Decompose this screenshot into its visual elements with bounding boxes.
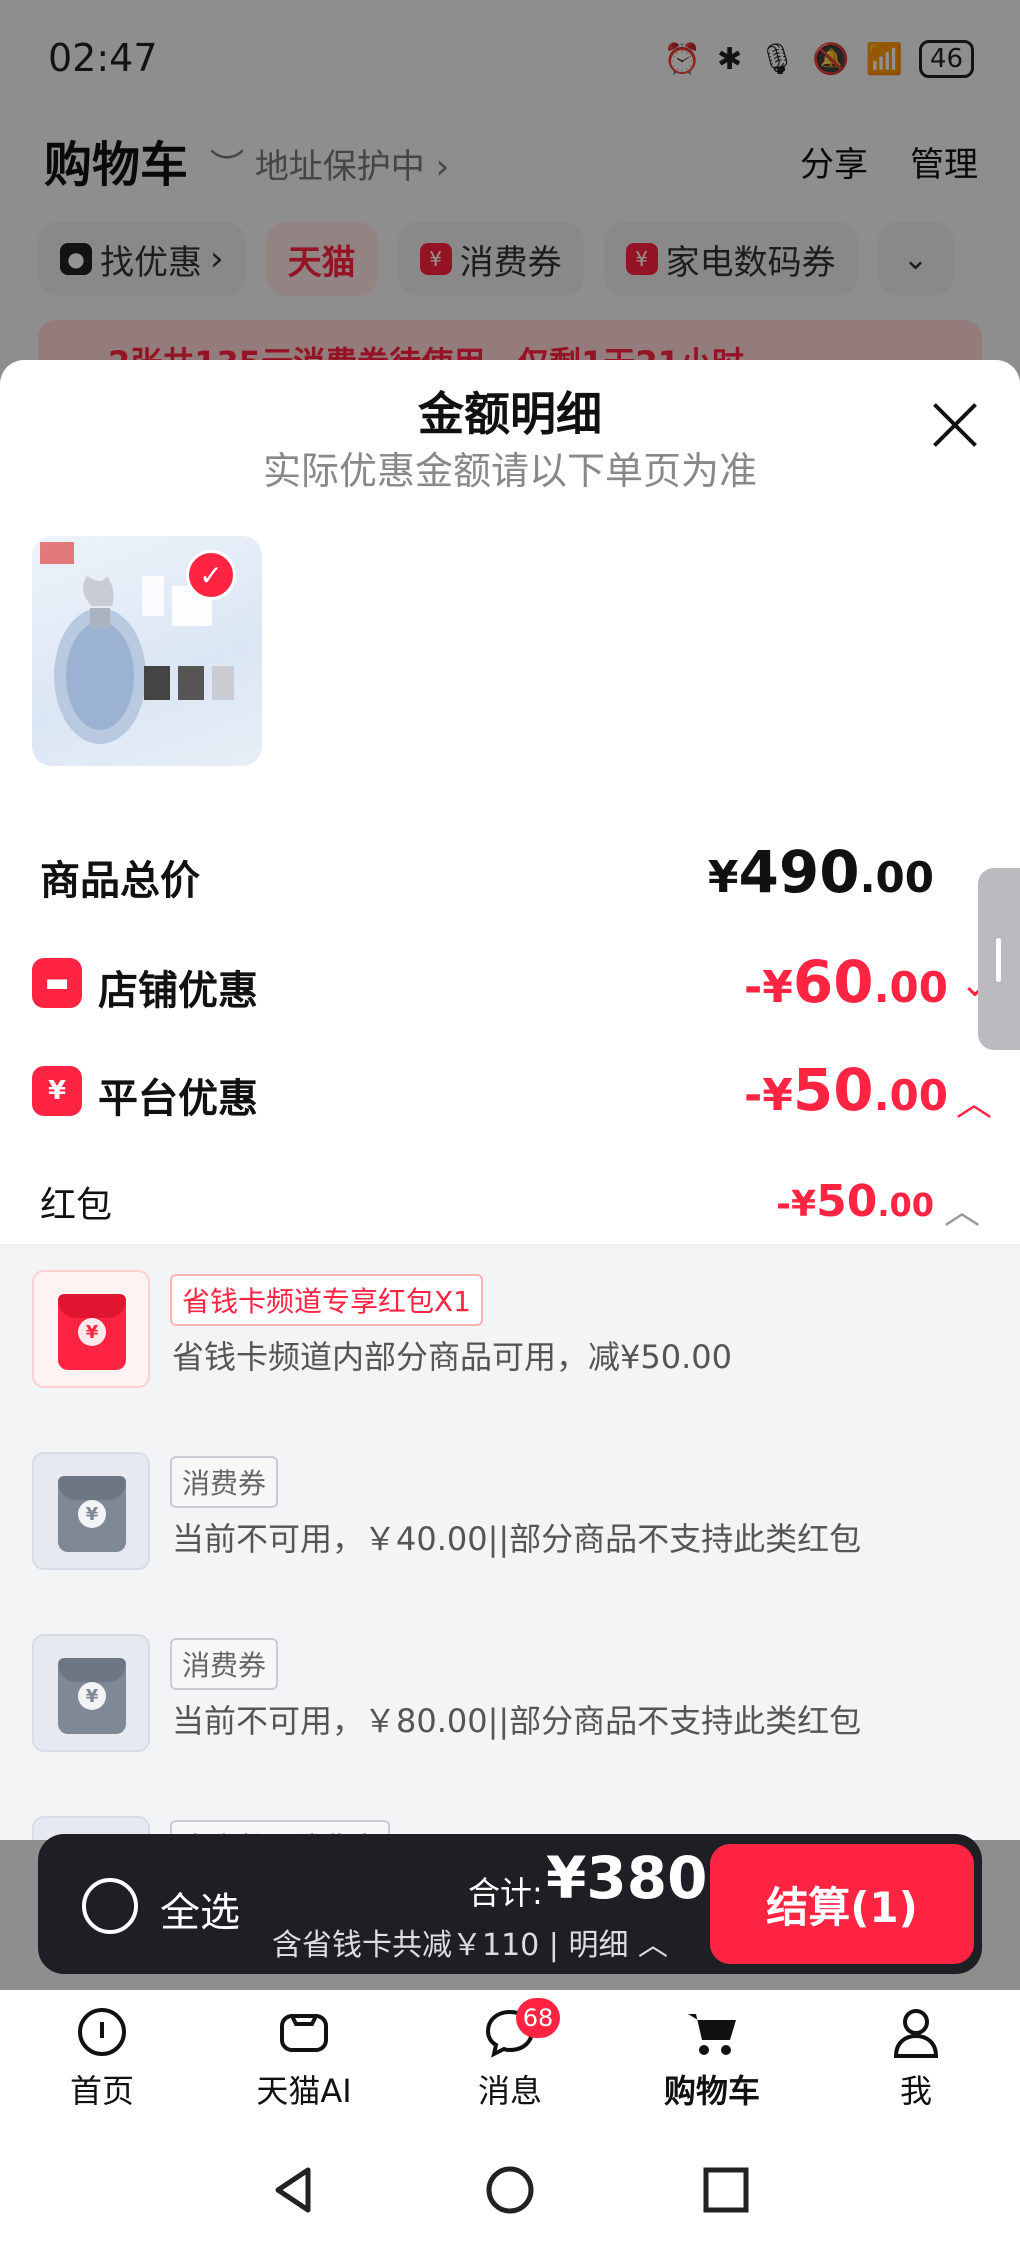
red-packet-label: 红包 bbox=[40, 1185, 113, 1226]
coupon-desc: 当前不可用，￥80.00||部分商品不支持此类红包 bbox=[172, 1702, 862, 1740]
product-selected-checkbox[interactable]: ✓ bbox=[186, 550, 236, 600]
system-nav-bar bbox=[0, 2140, 1020, 2250]
list-item[interactable]: ¥ 省钱卡频道专享红包X1 省钱卡频道内部分商品可用，减¥50.00 bbox=[32, 1270, 992, 1390]
red-envelope-icon: ¥ bbox=[58, 1294, 126, 1370]
side-drawer-handle[interactable] bbox=[978, 868, 1020, 1050]
select-all-checkbox[interactable] bbox=[82, 1878, 138, 1934]
red-packet-list: ¥ 省钱卡频道专享红包X1 省钱卡频道内部分商品可用，减¥50.00 ¥ 消费券… bbox=[0, 1244, 1020, 1840]
price-decimal: .00 bbox=[873, 963, 948, 1012]
list-item[interactable]: ¥ 消费券 当前不可用，￥40.00||部分商品不支持此类红包 bbox=[32, 1452, 992, 1572]
red-packet-thumb: ¥ bbox=[32, 1270, 150, 1388]
shop-discount-label: 店铺优惠 bbox=[98, 968, 258, 1014]
price-integer: 490 bbox=[738, 838, 860, 906]
close-icon[interactable] bbox=[930, 400, 980, 450]
tab-label: 消息 bbox=[477, 2072, 542, 2110]
recents-icon[interactable] bbox=[696, 2160, 756, 2220]
row-total-price: 商品总价 ¥490.00 bbox=[0, 838, 1020, 928]
total-value: ¥380 bbox=[546, 1844, 708, 1912]
coupon-tag: 消费券 bbox=[170, 1638, 279, 1690]
message-badge: 68 bbox=[516, 1998, 560, 2038]
tab-cart[interactable]: 购物车 bbox=[632, 2004, 792, 2112]
currency-symbol: -¥ bbox=[743, 962, 793, 1013]
savings-text: 含省钱卡共减￥110 | 明细 bbox=[272, 1928, 629, 1963]
home-icon bbox=[78, 2008, 126, 2056]
price-integer: 60 bbox=[792, 948, 874, 1016]
platform-coupon-icon: ¥ bbox=[32, 1066, 82, 1116]
row-platform-discount[interactable]: ¥ 平台优惠 -¥50.00 ︿ bbox=[0, 1056, 1020, 1146]
price-decimal: .00 bbox=[859, 853, 934, 902]
currency-symbol: -¥ bbox=[776, 1184, 817, 1225]
home-circle-icon[interactable] bbox=[480, 2160, 540, 2220]
checkout-bar: 全选 合计: ¥380 含省钱卡共减￥110 | 明细 ︿ 结算(1) bbox=[38, 1834, 982, 1974]
platform-discount-value: -¥50.00 bbox=[744, 1056, 948, 1124]
price-integer: 50 bbox=[816, 1176, 878, 1227]
coupon-desc: 省钱卡频道内部分商品可用，减¥50.00 bbox=[172, 1338, 732, 1376]
chevron-up-icon[interactable]: ︿ bbox=[944, 1182, 980, 1234]
coupon-tag: 消费券 bbox=[170, 1456, 279, 1508]
back-icon[interactable] bbox=[264, 2160, 324, 2220]
tab-home[interactable]: 首页 bbox=[22, 2004, 182, 2112]
tmall-ai-icon bbox=[280, 2014, 328, 2052]
cart-icon bbox=[688, 2014, 736, 2055]
tab-label: 首页 bbox=[69, 2072, 134, 2110]
price-decimal: .00 bbox=[877, 1186, 934, 1224]
total-price-value: ¥490.00 bbox=[708, 838, 934, 906]
shop-discount-value: -¥60.00 bbox=[744, 948, 948, 1016]
sheet-subtitle: 实际优惠金额请以下单页为准 bbox=[262, 449, 757, 493]
row-shop-discount[interactable]: ▬ 店铺优惠 -¥60.00 ⌄ bbox=[0, 948, 1020, 1038]
currency-symbol: ¥ bbox=[707, 852, 739, 903]
envelope-disabled-icon: ¥ bbox=[58, 1476, 126, 1552]
coupon-tag: 省钱卡频道专享红包X1 bbox=[170, 1274, 483, 1326]
tab-tmall-ai[interactable]: 天猫AI bbox=[224, 2004, 384, 2112]
tab-label: 购物车 bbox=[663, 2072, 760, 2110]
shop-icon: ▬ bbox=[32, 958, 82, 1008]
bottom-tab-bar: 首页 天猫AI 68 消息 购物车 我 bbox=[0, 1990, 1020, 2140]
checkout-button[interactable]: 结算(1) bbox=[710, 1844, 974, 1964]
tab-messages[interactable]: 68 消息 bbox=[430, 1998, 590, 2112]
sheet-title: 金额明细 bbox=[418, 387, 602, 441]
total-label: 合计: bbox=[468, 1874, 543, 1912]
coupon-thumb: ¥ bbox=[32, 1452, 150, 1570]
red-packet-value: -¥50.00 bbox=[776, 1176, 934, 1227]
tab-profile[interactable]: 我 bbox=[836, 2004, 996, 2112]
coupon-thumb: ¥ bbox=[32, 1634, 150, 1752]
modal-overlay[interactable] bbox=[0, 0, 1020, 380]
currency-symbol: -¥ bbox=[743, 1070, 793, 1121]
price-integer: 50 bbox=[792, 1056, 874, 1124]
savings-detail-link[interactable]: 含省钱卡共减￥110 | 明细 ︿ bbox=[272, 1920, 668, 1964]
coupon-desc: 当前不可用，￥40.00||部分商品不支持此类红包 bbox=[172, 1520, 862, 1558]
select-all-label[interactable]: 全选 bbox=[160, 1880, 240, 1938]
envelope-disabled-icon: ¥ bbox=[58, 1658, 126, 1734]
row-red-packet[interactable]: 红包 -¥50.00 ︿ bbox=[0, 1170, 1020, 1240]
amount-detail-sheet: 金额明细 实际优惠金额请以下单页为准 ✓ 商品总价 ¥490.00 ▬ 店铺优惠… bbox=[0, 360, 1020, 1840]
price-decimal: .00 bbox=[873, 1071, 948, 1120]
tab-label: 天猫AI bbox=[256, 2072, 352, 2110]
chevron-up-icon[interactable]: ︿ bbox=[956, 1074, 992, 1126]
chevron-up-icon: ︿ bbox=[638, 1928, 668, 1963]
platform-discount-label: 平台优惠 bbox=[98, 1076, 258, 1122]
profile-icon bbox=[893, 2009, 939, 2058]
list-item[interactable]: ¥ 消费券 当前不可用，￥80.00||部分商品不支持此类红包 bbox=[32, 1634, 992, 1754]
total-price-label: 商品总价 bbox=[40, 858, 200, 904]
tab-label: 我 bbox=[899, 2072, 932, 2110]
